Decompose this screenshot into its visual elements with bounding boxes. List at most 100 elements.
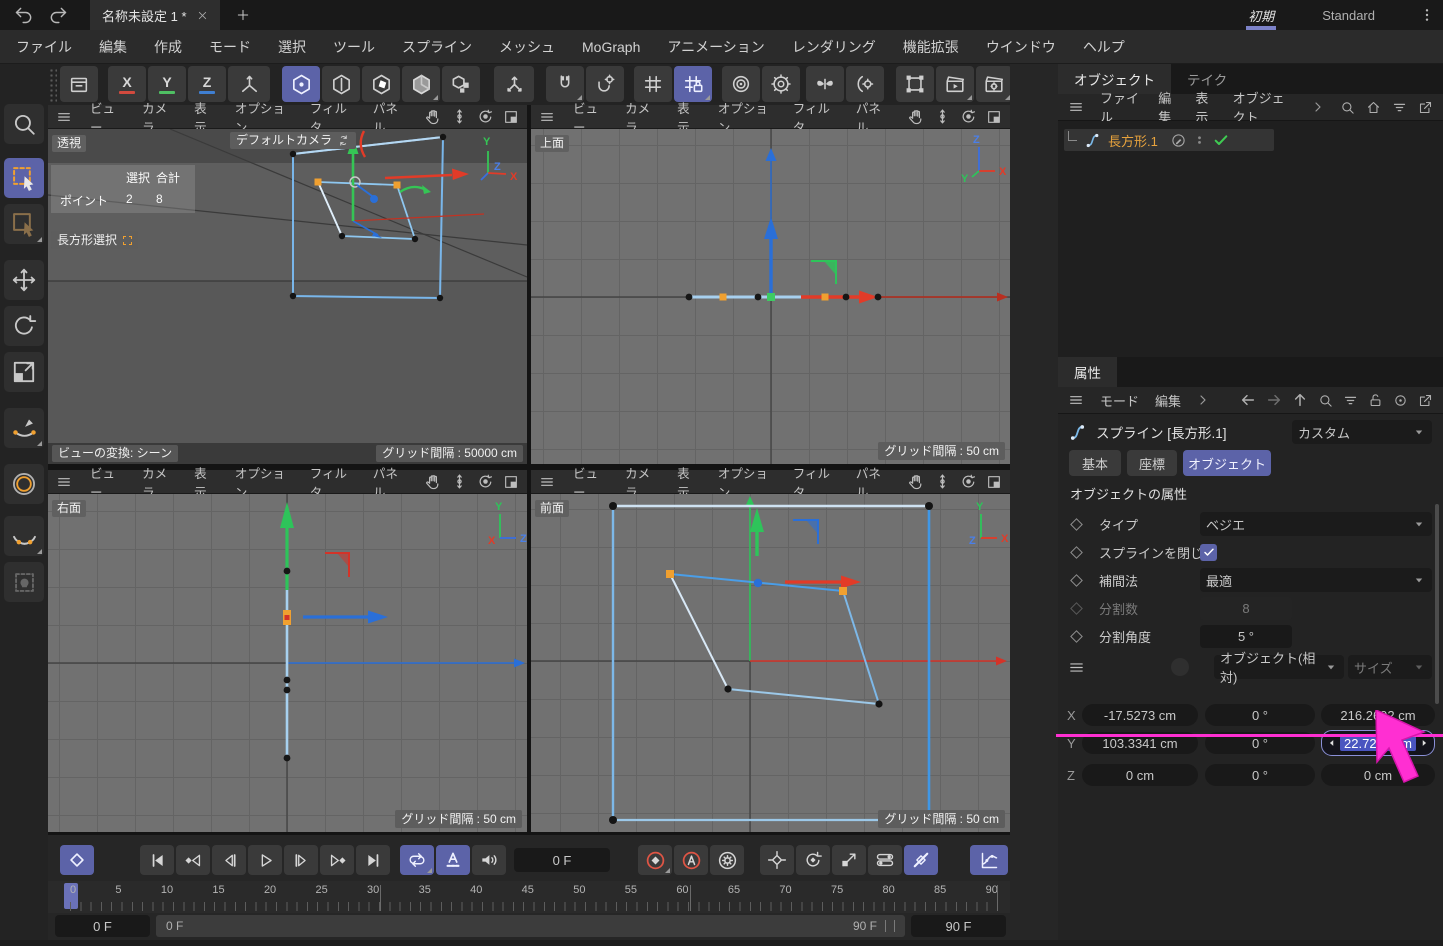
menu-item-1[interactable]: 編集	[99, 37, 127, 57]
next-frame-button[interactable]	[284, 845, 318, 875]
document-tab[interactable]: 名称未設定 1 *	[90, 0, 220, 30]
maximize-icon[interactable]	[986, 109, 1002, 125]
prev-key-button[interactable]	[176, 845, 210, 875]
undo-icon[interactable]	[14, 5, 34, 25]
selection-tag-chip[interactable]: 長方形選択	[51, 231, 138, 249]
open-external-icon[interactable]	[1418, 393, 1433, 408]
interpolation-dropdown[interactable]: 最適	[1200, 568, 1432, 592]
enabled-check-icon[interactable]	[1213, 132, 1229, 148]
goto-end-button[interactable]	[356, 845, 390, 875]
scale-tool[interactable]	[4, 352, 44, 392]
coord-menu-icon[interactable]	[1068, 659, 1085, 676]
param-diamond[interactable]	[1070, 574, 1083, 587]
autokey-frame-button[interactable]	[436, 845, 470, 875]
menu-item-13[interactable]: ヘルプ	[1083, 37, 1125, 57]
orbit-icon[interactable]	[960, 473, 977, 490]
menu-item-10[interactable]: レンダリング	[792, 37, 876, 57]
visibility-dots-icon[interactable]	[1193, 133, 1206, 148]
maximize-icon[interactable]	[503, 474, 519, 490]
angle-field[interactable]: 5 °	[1200, 625, 1292, 648]
tab-basic[interactable]: 基本	[1069, 450, 1121, 476]
key-parameter-toggle[interactable]	[868, 845, 902, 875]
filter-icon[interactable]	[1392, 100, 1407, 115]
hand-icon[interactable]	[425, 473, 442, 490]
keyframe-settings-button[interactable]	[710, 845, 744, 875]
orbit-icon[interactable]	[477, 108, 494, 125]
sound-button[interactable]	[472, 845, 506, 875]
orbit-icon[interactable]	[960, 108, 977, 125]
maximize-icon[interactable]	[986, 474, 1002, 490]
search-icon[interactable]	[1340, 100, 1355, 115]
pos-x-field[interactable]: -17.5273 cm	[1082, 704, 1198, 726]
range-scrollbar[interactable]: 0 F 90 F	[156, 915, 905, 937]
fcurve-button[interactable]	[970, 845, 1008, 875]
circle-spline-tool[interactable]	[4, 464, 44, 504]
coordinate-space-dropdown[interactable]: オブジェクト(相対)	[1214, 655, 1344, 679]
next-key-button[interactable]	[320, 845, 354, 875]
model-mode-button[interactable]	[402, 66, 440, 102]
search-tool[interactable]	[4, 104, 44, 144]
viewport-front[interactable]: Y X Z 前面 グリッド間隔 : 50 cm	[531, 494, 1010, 832]
tab-coordinates[interactable]: 座標	[1127, 450, 1177, 476]
viewport-perspective[interactable]: Y Z X 透視 デフォルトカメラ 選択合計 ポイント28 長方形選択	[48, 129, 527, 443]
forward-icon[interactable]	[1266, 392, 1282, 408]
object-name[interactable]: 長方形.1	[1108, 131, 1158, 150]
viewport-menu-icon[interactable]	[539, 474, 555, 490]
record-button[interactable]	[638, 845, 672, 875]
menu-overflow-icon[interactable]	[1312, 101, 1324, 113]
rot-x-field[interactable]: 0 °	[1205, 704, 1315, 726]
preset-dropdown[interactable]: カスタム	[1292, 420, 1432, 444]
timeline-ruler[interactable]: 051015202530354045505560657075808590	[48, 881, 1010, 913]
viewport-top[interactable]: Z X Y 上面 グリッド間隔 : 50 cm	[531, 129, 1010, 464]
edit-toggle-icon[interactable]	[1171, 133, 1186, 148]
up-icon[interactable]	[1292, 392, 1308, 408]
add-keyframe-button[interactable]	[60, 845, 94, 875]
open-external-icon[interactable]	[1418, 100, 1433, 115]
spinner-left-icon[interactable]	[1327, 737, 1337, 749]
camera-chip[interactable]: デフォルトカメラ	[230, 132, 356, 149]
param-diamond[interactable]	[1070, 518, 1083, 531]
range-grip[interactable]	[885, 920, 895, 932]
key-rotation-toggle[interactable]	[796, 845, 830, 875]
new-document-icon[interactable]	[236, 8, 250, 22]
render-settings-button[interactable]	[976, 66, 1012, 102]
hand-icon[interactable]	[425, 108, 442, 125]
key-position-toggle[interactable]	[760, 845, 794, 875]
menu-item-3[interactable]: モード	[209, 37, 251, 57]
pen-tool[interactable]	[4, 408, 44, 448]
tab-object[interactable]: オブジェクト	[1183, 450, 1271, 476]
redo-icon[interactable]	[48, 5, 68, 25]
viewport-menu-icon[interactable]	[56, 474, 72, 490]
goto-start-button[interactable]	[140, 845, 174, 875]
toolbar-drag-handle-2[interactable]	[49, 68, 57, 102]
live-select-tool[interactable]	[4, 204, 44, 244]
move-tool[interactable]	[4, 260, 44, 300]
menu-edit[interactable]: 編集	[1155, 391, 1181, 410]
menu-item-4[interactable]: 選択	[278, 37, 306, 57]
tab-attributes[interactable]: 属性	[1058, 357, 1117, 387]
range-start-field[interactable]: 0 F	[55, 915, 150, 937]
render-view-button[interactable]	[936, 66, 974, 102]
autokey-record-button[interactable]	[674, 845, 708, 875]
rot-z-field[interactable]: 0 °	[1205, 764, 1315, 786]
rotate-tool[interactable]	[4, 306, 44, 346]
lock-icon[interactable]	[1368, 393, 1383, 408]
object-mode-button[interactable]	[442, 66, 480, 102]
rectangle-select-tool[interactable]	[4, 158, 44, 198]
om-menu-icon[interactable]	[1068, 99, 1084, 115]
play-button[interactable]	[248, 845, 282, 875]
am-menu-icon[interactable]	[1068, 392, 1084, 408]
viewport-right[interactable]: Y Z X 右面 グリッド間隔 : 50 cm	[48, 494, 527, 832]
axis-edit-button[interactable]	[494, 66, 534, 102]
back-icon[interactable]	[1240, 392, 1256, 408]
dolly-icon[interactable]	[934, 108, 951, 125]
close-spline-checkbox[interactable]	[1200, 544, 1217, 561]
menu-item-12[interactable]: ウインドウ	[986, 37, 1056, 57]
current-frame-field[interactable]: 0 F	[514, 848, 610, 872]
pos-z-field[interactable]: 0 cm	[1082, 764, 1198, 786]
param-diamond[interactable]	[1070, 546, 1083, 559]
prev-frame-button[interactable]	[212, 845, 246, 875]
search-icon[interactable]	[1318, 393, 1333, 408]
hand-icon[interactable]	[908, 473, 925, 490]
close-icon[interactable]	[197, 10, 208, 21]
